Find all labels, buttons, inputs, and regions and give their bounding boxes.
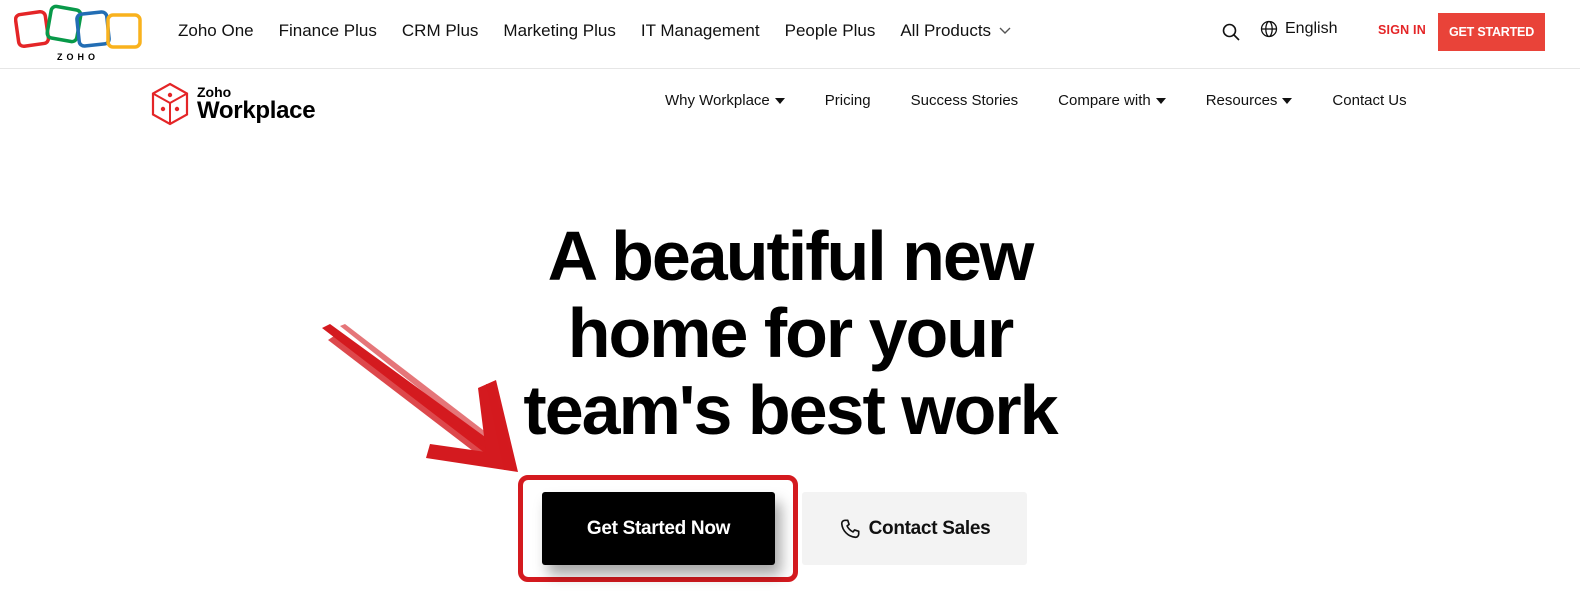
nav-why-workplace-label: Why Workplace [665,92,770,109]
nav-pricing[interactable]: Pricing [825,92,871,109]
nav-crm-plus[interactable]: CRM Plus [402,21,479,41]
nav-it-management[interactable]: IT Management [641,21,760,41]
nav-all-products[interactable]: All Products [900,21,1011,41]
nav-all-products-label: All Products [900,21,992,40]
caret-down-icon [774,97,785,104]
red-arrow-annotation [322,324,518,472]
workplace-wordmark: Zoho Workplace [197,85,316,124]
nav-finance-plus[interactable]: Finance Plus [279,21,377,41]
caret-down-icon [1155,97,1166,104]
phone-icon [840,518,860,538]
nav-success-stories[interactable]: Success Stories [911,92,1019,109]
get-started-now-button[interactable]: Get Started Now [542,492,775,565]
hero-line-2: home for your [567,294,1015,372]
contact-sales-label: Contact Sales [868,517,991,539]
language-selector[interactable]: English [1260,20,1337,38]
product-suite-nav: Zoho One Finance Plus CRM Plus Marketing… [178,0,1036,62]
top-navigation-bar: ZOHO Zoho One Finance Plus CRM Plus Mark… [0,0,1580,69]
zoho-logo-text: ZOHO [57,52,99,62]
nav-zoho-one[interactable]: Zoho One [178,21,254,41]
globe-icon [1260,20,1278,38]
nav-marketing-plus[interactable]: Marketing Plus [503,21,615,41]
nav-why-workplace[interactable]: Why Workplace [665,92,785,109]
nav-contact-us[interactable]: Contact Us [1332,92,1406,109]
workplace-cube-icon [151,82,189,126]
zoho-logo-icon: ZOHO [13,4,142,62]
search-icon[interactable] [1221,22,1241,42]
workplace-logo[interactable]: Zoho Workplace [150,82,316,126]
hero-line-3: team's best work [523,371,1058,449]
get-started-header-button[interactable]: GET STARTED [1438,13,1545,51]
nav-people-plus[interactable]: People Plus [785,21,876,41]
zoho-logo[interactable]: ZOHO [13,4,144,62]
nav-compare-with-label: Compare with [1058,92,1151,109]
chevron-down-icon [999,27,1011,34]
nav-resources[interactable]: Resources [1206,92,1293,109]
nav-compare-with[interactable]: Compare with [1058,92,1166,109]
hero-headline: A beautiful new home for your team's bes… [440,218,1140,449]
product-navigation: Why Workplace Pricing Success Stories Co… [665,92,1407,109]
contact-sales-button[interactable]: Contact Sales [802,492,1027,565]
nav-resources-label: Resources [1205,92,1278,109]
workplace-brand-big: Workplace [197,97,316,124]
caret-down-icon [1282,97,1293,104]
language-label: English [1285,20,1338,37]
sign-in-link[interactable]: SIGN IN [1378,23,1426,37]
hero-line-1: A beautiful new [547,217,1035,295]
